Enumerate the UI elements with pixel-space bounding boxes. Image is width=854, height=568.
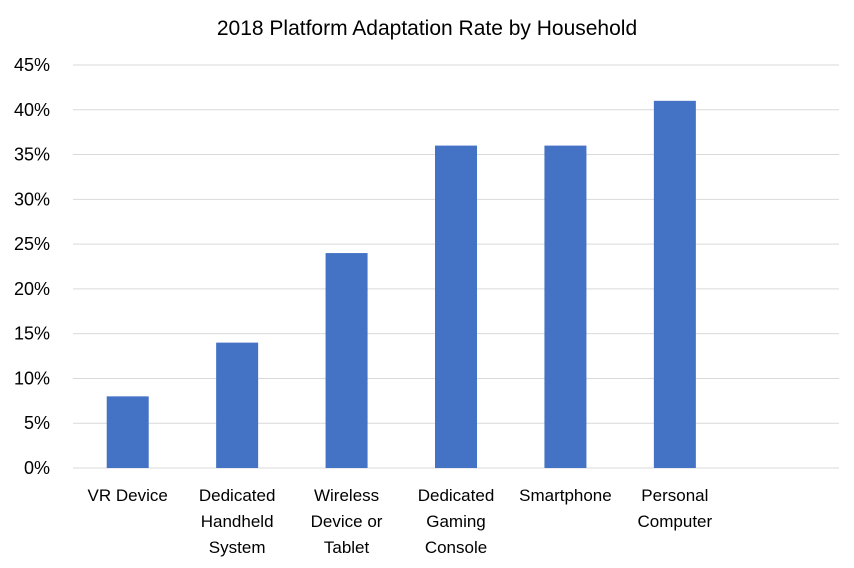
x-category-label-line: Dedicated — [418, 486, 495, 505]
x-category-label-line: Handheld — [201, 512, 274, 531]
y-tick-label: 10% — [14, 368, 50, 388]
chart-title: 2018 Platform Adaptation Rate by Househo… — [217, 17, 637, 40]
y-tick-label: 15% — [14, 324, 50, 344]
x-category-label-line: System — [209, 538, 266, 557]
y-tick-label: 45% — [14, 55, 50, 75]
y-tick-label: 30% — [14, 189, 50, 209]
y-tick-label: 40% — [14, 100, 50, 120]
x-category-label: Smartphone — [519, 486, 612, 505]
y-tick-label: 35% — [14, 145, 50, 165]
x-category-label-line: Gaming — [426, 512, 486, 531]
bar — [325, 253, 368, 468]
bar — [435, 145, 477, 468]
x-category-label: Dedicated Handheld System — [199, 486, 276, 557]
x-category-label-line: Tablet — [324, 538, 370, 557]
x-category-label: Wireless Device or Tablet — [311, 486, 383, 557]
x-category-label-line: Wireless — [314, 486, 379, 505]
y-tick-label: 0% — [24, 458, 50, 478]
x-category-label-line: Console — [425, 538, 487, 557]
x-category-label-line: Smartphone — [519, 486, 612, 505]
y-tick-label: 25% — [14, 234, 50, 254]
bar-chart: 2018 Platform Adaptation Rate by Househo… — [14, 17, 839, 557]
bar — [653, 100, 696, 469]
y-axis-ticks: 0% 5% 10% 15% 20% 25% 30% 35% 40% 45% — [14, 55, 50, 478]
x-category-label-line: Computer — [638, 512, 713, 531]
x-category-label: VR Device — [88, 486, 168, 505]
bars — [106, 100, 696, 469]
bar — [544, 145, 587, 468]
x-category-label-line: Personal — [641, 486, 708, 505]
x-category-label-line: Device or — [311, 512, 383, 531]
x-category-label-line: VR Device — [88, 486, 168, 505]
bar — [216, 342, 259, 468]
x-category-label-line: Dedicated — [199, 486, 276, 505]
y-tick-label: 5% — [24, 413, 50, 433]
bar — [106, 396, 149, 468]
x-category-label: Personal Computer — [638, 486, 713, 531]
x-category-label: Dedicated Gaming Console — [418, 486, 495, 557]
y-tick-label: 20% — [14, 279, 50, 299]
